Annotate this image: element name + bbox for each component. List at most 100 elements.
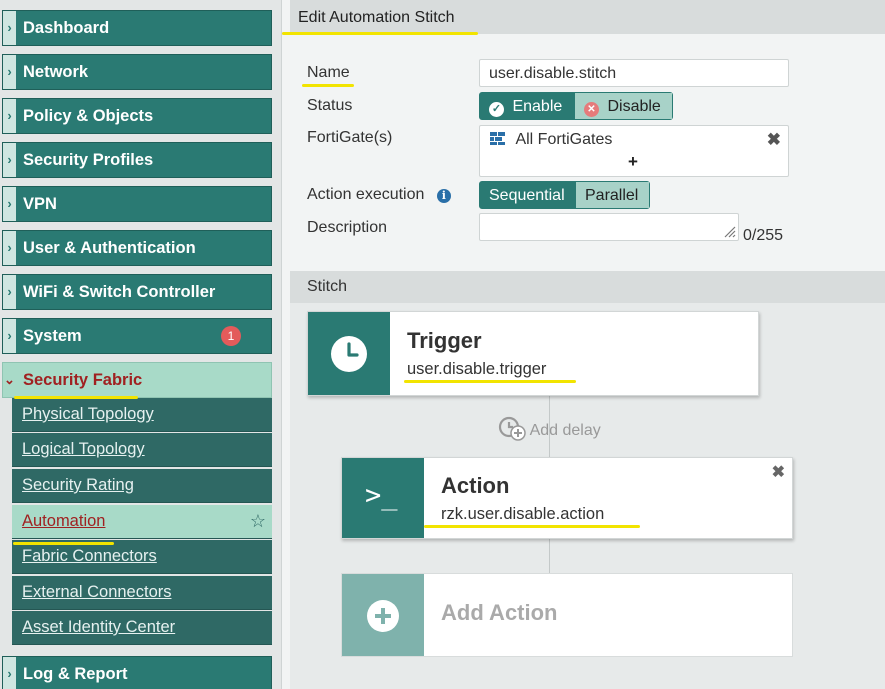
- fortigate-chip-label: All FortiGates: [515, 131, 613, 148]
- chevron-right-icon: ›: [3, 11, 16, 45]
- chevron-right-icon: ›: [3, 55, 16, 89]
- check-circle-icon: ✓: [489, 102, 504, 117]
- nav-label: User & Authentication: [23, 239, 196, 257]
- highlight-mark: [13, 542, 114, 545]
- add-action-card[interactable]: Add Action: [341, 573, 793, 657]
- highlight-mark: [14, 396, 138, 399]
- highlight-mark: [282, 32, 478, 35]
- nav-label: WiFi & Switch Controller: [23, 283, 216, 301]
- plus-circle-icon: [367, 600, 399, 632]
- nav-label: Dashboard: [23, 19, 110, 37]
- sub-label: Security Rating: [22, 476, 134, 494]
- action-execution-label: Action execution i: [307, 186, 451, 204]
- description-counter: 0/255: [743, 227, 784, 244]
- sub-label: Physical Topology: [22, 405, 154, 423]
- name-value: user.disable.stitch: [489, 65, 617, 82]
- nav-log-report[interactable]: › Log & Report: [2, 656, 272, 689]
- nav-label: VPN: [23, 195, 57, 213]
- action-name: rzk.user.disable.action: [441, 505, 605, 523]
- action-title: Action: [441, 473, 510, 498]
- sub-label: Asset Identity Center: [22, 618, 176, 636]
- nav-user-authentication[interactable]: › User & Authentication: [2, 230, 272, 266]
- chevron-right-icon: ›: [3, 319, 16, 353]
- sub-physical-topology[interactable]: Physical Topology: [12, 398, 272, 432]
- remove-icon[interactable]: ✖: [767, 130, 781, 150]
- name-label: Name: [307, 64, 350, 81]
- page-header: Edit Automation Stitch: [290, 0, 885, 34]
- description-textarea[interactable]: [479, 213, 739, 241]
- sub-label: Fabric Connectors: [22, 547, 157, 565]
- nav-network[interactable]: › Network: [2, 54, 272, 90]
- status-label: Status: [307, 97, 353, 114]
- add-action-icon-panel: [342, 574, 424, 656]
- sidebar: › Dashboard › Network › Policy & Objects › S…: [0, 0, 282, 689]
- status-toggle: ✓ Enable ✕ Disable: [479, 92, 673, 120]
- stitch-title: Stitch: [307, 278, 348, 295]
- resize-handle-icon[interactable]: [724, 226, 736, 238]
- action-execution-toggle: Sequential Parallel: [479, 181, 650, 209]
- nav-wifi-switch[interactable]: › WiFi & Switch Controller: [2, 274, 272, 310]
- nav-label: Network: [23, 63, 89, 81]
- trigger-title: Trigger: [407, 328, 482, 353]
- status-disable-label: Disable: [607, 98, 661, 115]
- sub-label: Logical Topology: [22, 440, 145, 458]
- nav-label: Security Profiles: [23, 151, 154, 169]
- highlight-mark: [302, 84, 354, 87]
- sub-asset-identity-center[interactable]: Asset Identity Center: [12, 611, 272, 645]
- status-enable-label: Enable: [512, 98, 563, 115]
- highlight-mark: [404, 380, 576, 383]
- nav-label: Security Fabric: [23, 371, 143, 389]
- trigger-icon-panel: [308, 312, 390, 395]
- remove-action-icon[interactable]: ✖: [772, 462, 785, 482]
- sub-logical-topology[interactable]: Logical Topology: [12, 433, 272, 467]
- add-delay-button[interactable]: Add delay: [498, 416, 601, 442]
- sub-external-connectors[interactable]: External Connectors: [12, 576, 272, 610]
- nav-security-fabric[interactable]: ⌄ Security Fabric: [2, 362, 272, 398]
- stitch-section-header: Stitch: [290, 271, 885, 303]
- description-label: Description: [307, 219, 388, 236]
- chevron-right-icon: ›: [3, 657, 16, 689]
- nav-label: System: [23, 327, 82, 345]
- trigger-card[interactable]: Trigger user.disable.trigger: [307, 311, 759, 396]
- add-fortigate-button[interactable]: +: [628, 152, 638, 172]
- x-circle-icon: ✕: [584, 102, 599, 117]
- nav-label: Policy & Objects: [23, 107, 154, 125]
- action-execution-text: Action execution: [307, 186, 425, 203]
- info-icon[interactable]: i: [436, 189, 451, 203]
- add-action-label: Add Action: [441, 600, 558, 625]
- sub-automation[interactable]: Automation ☆: [12, 505, 272, 539]
- status-enable-button[interactable]: ✓ Enable: [480, 93, 575, 119]
- add-delay-icon: [498, 416, 526, 441]
- sub-label: External Connectors: [22, 583, 172, 601]
- star-icon[interactable]: ☆: [250, 511, 266, 532]
- nav-dashboard[interactable]: › Dashboard: [2, 10, 272, 46]
- fortigates-field[interactable]: All FortiGates ✖ +: [479, 125, 789, 177]
- nav-policy-objects[interactable]: › Policy & Objects: [2, 98, 272, 134]
- chevron-right-icon: ›: [3, 143, 16, 177]
- nav-system[interactable]: › System 1: [2, 318, 272, 354]
- sequential-button[interactable]: Sequential: [480, 182, 576, 208]
- chevron-right-icon: ›: [3, 275, 16, 309]
- chevron-right-icon: ›: [3, 99, 16, 133]
- sequential-label: Sequential: [489, 187, 565, 204]
- nav-vpn[interactable]: › VPN: [2, 186, 272, 222]
- name-input[interactable]: user.disable.stitch: [479, 59, 789, 87]
- fortigate-icon: [490, 132, 505, 145]
- sub-fabric-connectors[interactable]: Fabric Connectors: [12, 540, 272, 574]
- nav-security-profiles[interactable]: › Security Profiles: [2, 142, 272, 178]
- chevron-right-icon: ›: [3, 231, 16, 265]
- chevron-down-icon: ⌄: [4, 372, 15, 387]
- action-icon-panel: >_: [342, 458, 424, 538]
- nav-label: Log & Report: [23, 665, 128, 683]
- trigger-name: user.disable.trigger: [407, 360, 547, 378]
- parallel-label: Parallel: [585, 187, 639, 204]
- terminal-icon: >_: [365, 480, 398, 511]
- sub-security-rating[interactable]: Security Rating: [12, 469, 272, 503]
- add-delay-label: Add delay: [529, 422, 601, 439]
- clock-icon: [331, 336, 367, 372]
- highlight-mark: [424, 525, 640, 528]
- connector-line: [549, 539, 550, 574]
- parallel-button[interactable]: Parallel: [576, 182, 649, 208]
- chevron-right-icon: ›: [3, 187, 16, 221]
- status-disable-button[interactable]: ✕ Disable: [575, 93, 672, 119]
